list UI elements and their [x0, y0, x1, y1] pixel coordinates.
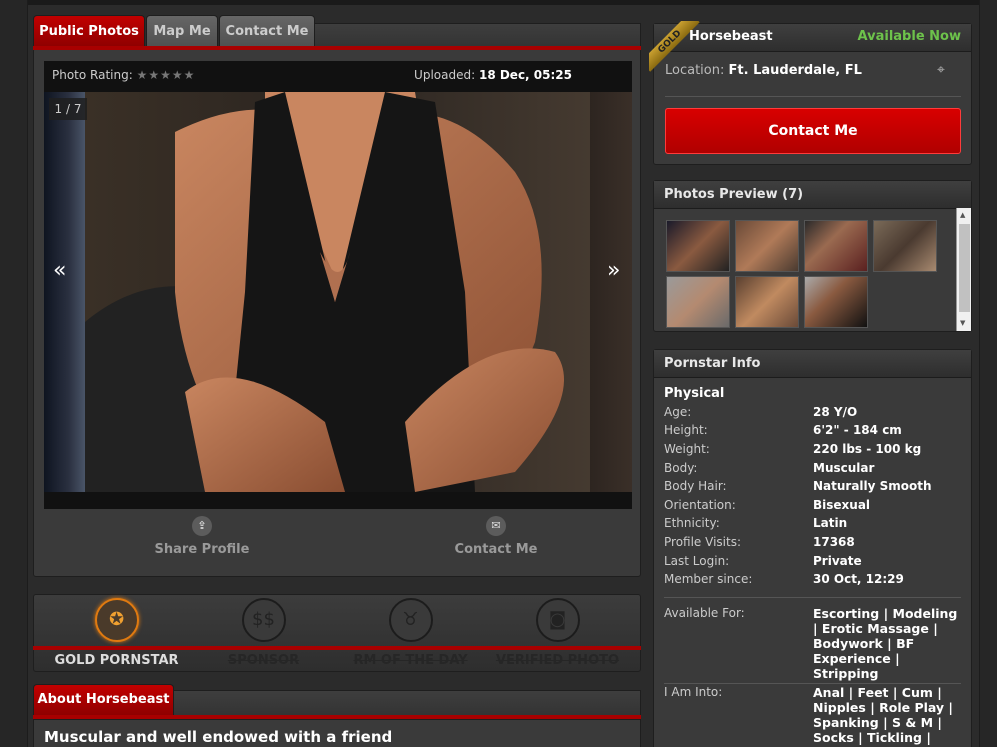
badge-label: SPONSOR [227, 653, 300, 668]
info-value: 28 Y/O [813, 405, 858, 419]
available-for-line: Bodywork | BF [813, 636, 915, 651]
info-divider [664, 597, 961, 598]
share-profile-button[interactable]: ⇪ Share Profile [152, 516, 252, 557]
map-location-icon[interactable]: ⌖ [937, 62, 957, 80]
available-for-line: Stripping [813, 666, 879, 681]
physical-heading: Physical [664, 386, 725, 401]
info-value: 30 Oct, 12:29 [813, 572, 904, 586]
into-line: Anal | Feet | Cum | [813, 685, 942, 700]
info-value: Private [813, 554, 862, 568]
photo-left-edge [44, 92, 85, 492]
info-value: 220 lbs - 100 kg [813, 442, 922, 456]
photo-counter: 1 / 7 [49, 98, 87, 120]
info-value: Muscular [813, 461, 875, 475]
right-gutter [979, 0, 997, 747]
scroll-down-icon[interactable]: ▼ [960, 319, 965, 327]
share-icon: ⇪ [192, 516, 212, 536]
dollar-icon: $$ [241, 598, 286, 642]
info-title: Pornstar Info [654, 350, 971, 378]
profile-tabs: Public Photos Map Me Contact Me [33, 15, 641, 48]
info-value: 17368 [813, 535, 855, 549]
photo-thumbnail[interactable] [873, 220, 937, 272]
badge-gold-pornstar: ✪ GOLD PORNSTAR [44, 598, 189, 668]
photo-thumbnail[interactable] [666, 276, 730, 328]
info-value: 6'2" - 184 cm [813, 423, 902, 437]
badge-sponsor: $$ SPONSOR [191, 598, 336, 668]
info-key: Body: [664, 461, 698, 475]
availability-status: Available Now [857, 29, 961, 44]
info-key: Member since: [664, 572, 753, 586]
available-for-line: Escorting | Modeling [813, 606, 958, 621]
horns-icon: ♉ [388, 598, 433, 642]
info-key: Last Login: [664, 554, 730, 568]
available-for-line: | Erotic Massage | [813, 621, 938, 636]
contact-me-label: Contact Me [454, 542, 538, 557]
next-photo-arrow[interactable]: » [607, 258, 620, 283]
contact-me-button[interactable]: Contact Me [665, 108, 961, 154]
photo-rating: Photo Rating: ★★★★★ [52, 68, 195, 82]
rating-stars[interactable]: ★★★★★ [137, 68, 196, 82]
badge-rm-of-the-day: ♉ RM OF THE DAY [338, 598, 483, 668]
info-key: Orientation: [664, 498, 736, 512]
photo-rating-label: Photo Rating: [52, 68, 133, 82]
about-headline: Muscular and well endowed with a friend [44, 728, 393, 746]
tab-about[interactable]: About Horsebeast [33, 684, 174, 717]
badge-verified-photo: ◙ VERIFIED PHOTO [485, 598, 630, 668]
photo-thumbnail[interactable] [804, 220, 868, 272]
photo-right-edge [590, 92, 632, 492]
tab-contact-me[interactable]: Contact Me [219, 15, 315, 48]
info-key: Weight: [664, 442, 710, 456]
badge-label: VERIFIED PHOTO [495, 653, 620, 668]
info-value: Bisexual [813, 498, 871, 512]
preview-scrollbar[interactable]: ▲ ▼ [956, 208, 971, 331]
available-for-list: Escorting | Modeling | Erotic Massage | … [813, 606, 963, 681]
location-value: Ft. Lauderdale, FL [728, 63, 862, 78]
tab-underline [33, 46, 641, 50]
left-gutter [0, 0, 28, 747]
photo-footer [44, 492, 632, 509]
profile-name: Horsebeast [689, 29, 773, 44]
info-key: Ethnicity: [664, 516, 720, 530]
into-line: Nipples | Role Play | [813, 700, 954, 715]
camera-icon: ◙ [535, 598, 580, 642]
photo-thumbnail[interactable] [735, 220, 799, 272]
uploaded-label: Uploaded: [414, 68, 476, 82]
location: Location: Ft. Lauderdale, FL [665, 63, 862, 78]
tab-public-photos[interactable]: Public Photos [33, 15, 145, 48]
into-line: Socks | Tickling | [813, 730, 931, 745]
photo-info-bar: Photo Rating: ★★★★★ Uploaded: 18 Dec, 05… [44, 61, 632, 91]
top-bar [0, 0, 997, 5]
main-photo[interactable] [85, 92, 590, 492]
info-divider [664, 683, 961, 684]
prev-photo-arrow[interactable]: « [53, 258, 66, 283]
badge-label: RM OF THE DAY [353, 653, 468, 668]
info-value: Naturally Smooth [813, 479, 932, 493]
info-key: Height: [664, 423, 708, 437]
available-for-line: Experience | [813, 651, 900, 666]
photo-thumbnail[interactable] [804, 276, 868, 328]
main-photo-image [85, 92, 590, 492]
photo-thumbnail[interactable] [735, 276, 799, 328]
info-key: Profile Visits: [664, 535, 741, 549]
about-tab-bar [173, 690, 641, 717]
into-line: Spanking | S & M | [813, 715, 942, 730]
profile-divider [665, 96, 961, 97]
uploaded-value: 18 Dec, 05:25 [478, 68, 572, 82]
into-list: Anal | Feet | Cum | Nipples | Role Play … [813, 685, 963, 745]
upload-date: Uploaded: 18 Dec, 05:25 [414, 68, 572, 82]
info-key: Age: [664, 405, 692, 419]
award-icon: ✪ [94, 598, 139, 642]
info-key: Body Hair: [664, 479, 727, 493]
scroll-thumb[interactable] [959, 224, 970, 312]
contact-me-action[interactable]: ✉ Contact Me [452, 516, 540, 557]
location-label: Location: [665, 63, 725, 78]
envelope-icon: ✉ [486, 516, 506, 536]
scroll-up-icon[interactable]: ▲ [960, 211, 965, 219]
badge-label: GOLD PORNSTAR [54, 653, 179, 668]
info-value: Latin [813, 516, 848, 530]
tab-map-me[interactable]: Map Me [146, 15, 218, 48]
share-profile-label: Share Profile [154, 542, 250, 557]
photos-preview-title: Photos Preview (7) [654, 181, 971, 209]
photo-thumbnail[interactable] [666, 220, 730, 272]
